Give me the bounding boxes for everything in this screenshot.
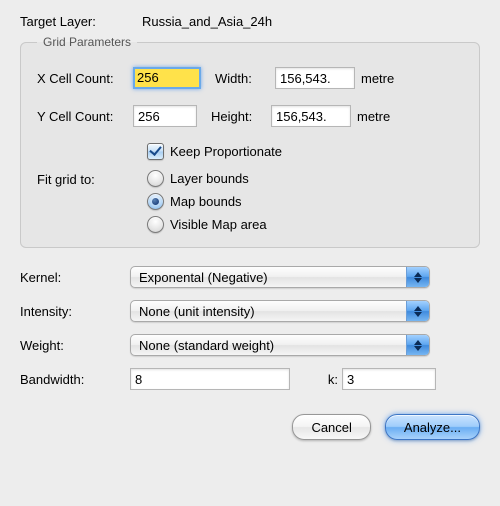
keep-proportionate-label: Keep Proportionate xyxy=(170,144,282,159)
fit-grid-label: Fit grid to: xyxy=(37,170,147,187)
intensity-row: Intensity: None (unit intensity) xyxy=(20,300,480,322)
weight-select[interactable]: None (standard weight) xyxy=(130,334,430,356)
weight-label: Weight: xyxy=(20,338,130,353)
weight-value: None (standard weight) xyxy=(139,338,274,353)
fit-layer-bounds-option[interactable]: Layer bounds xyxy=(147,170,267,187)
updown-icon xyxy=(406,335,429,355)
analyze-button[interactable]: Analyze... xyxy=(385,414,480,440)
height-unit: metre xyxy=(357,109,390,124)
width-label: Width: xyxy=(215,71,275,86)
x-cell-count-label: X Cell Count: xyxy=(37,71,133,86)
radio-icon xyxy=(147,170,164,187)
weight-row: Weight: None (standard weight) xyxy=(20,334,480,356)
fit-visible-area-option[interactable]: Visible Map area xyxy=(147,216,267,233)
width-unit: metre xyxy=(361,71,394,86)
kernel-label: Kernel: xyxy=(20,270,130,285)
height-field[interactable] xyxy=(271,105,351,127)
updown-icon xyxy=(406,267,429,287)
kernel-row: Kernel: Exponental (Negative) xyxy=(20,266,480,288)
dialog-panel: Target Layer: Russia_and_Asia_24h Grid P… xyxy=(0,0,500,506)
target-layer-row: Target Layer: Russia_and_Asia_24h xyxy=(20,14,480,29)
fit-map-bounds-option[interactable]: Map bounds xyxy=(147,193,267,210)
height-label: Height: xyxy=(211,109,271,124)
bandwidth-row: Bandwidth: k: xyxy=(20,368,480,390)
analyze-button-label: Analyze... xyxy=(404,420,461,435)
updown-icon xyxy=(406,301,429,321)
intensity-value: None (unit intensity) xyxy=(139,304,255,319)
y-row: Y Cell Count: Height: metre xyxy=(37,105,463,127)
cancel-button[interactable]: Cancel xyxy=(292,414,370,440)
y-cell-count-label: Y Cell Count: xyxy=(37,109,133,124)
grid-parameters-legend: Grid Parameters xyxy=(37,35,137,49)
y-cell-count-field[interactable] xyxy=(133,105,197,127)
keep-proportionate-checkbox[interactable] xyxy=(147,143,164,160)
fit-map-bounds-label: Map bounds xyxy=(170,194,242,209)
fit-grid-row: Fit grid to: Layer bounds Map bounds Vis… xyxy=(37,170,463,233)
target-layer-value: Russia_and_Asia_24h xyxy=(138,14,272,29)
x-cell-count-value: 256 xyxy=(135,69,199,87)
kernel-value: Exponental (Negative) xyxy=(139,270,268,285)
width-field[interactable] xyxy=(275,67,355,89)
bandwidth-label: Bandwidth: xyxy=(20,372,130,387)
radio-icon xyxy=(147,193,164,210)
fit-visible-area-label: Visible Map area xyxy=(170,217,267,232)
dialog-buttons: Cancel Analyze... xyxy=(20,414,480,440)
fit-layer-bounds-label: Layer bounds xyxy=(170,171,249,186)
cancel-button-label: Cancel xyxy=(311,420,351,435)
radio-icon xyxy=(147,216,164,233)
kernel-select[interactable]: Exponental (Negative) xyxy=(130,266,430,288)
x-cell-count-field[interactable]: 256 xyxy=(133,67,201,89)
intensity-select[interactable]: None (unit intensity) xyxy=(130,300,430,322)
intensity-label: Intensity: xyxy=(20,304,130,319)
keep-proportionate-row[interactable]: Keep Proportionate xyxy=(147,143,463,160)
k-field[interactable] xyxy=(342,368,436,390)
target-layer-label: Target Layer: xyxy=(20,14,138,29)
bandwidth-field[interactable] xyxy=(130,368,290,390)
fit-grid-radio-group: Layer bounds Map bounds Visible Map area xyxy=(147,170,267,233)
grid-parameters-group: Grid Parameters X Cell Count: 256 Width:… xyxy=(20,35,480,248)
k-label: k: xyxy=(310,372,338,387)
x-row: X Cell Count: 256 Width: metre xyxy=(37,67,463,89)
